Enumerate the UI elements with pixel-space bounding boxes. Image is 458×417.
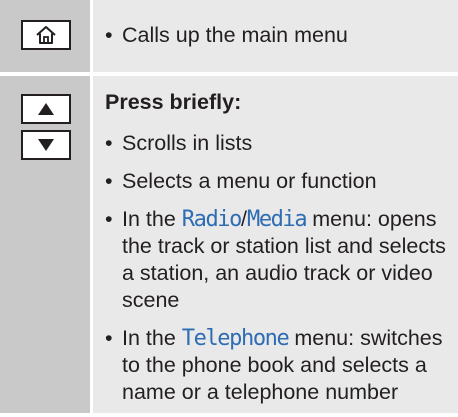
table-row-home: • Calls up the main menu (0, 0, 458, 72)
list-item: • In the Telephone menu: switches to the … (105, 326, 443, 404)
arrows-description: Press briefly: • Scrolls in lists • Select… (105, 89, 448, 417)
home-description: • Calls up the main menu (105, 22, 448, 60)
arrow-down-icon (38, 139, 54, 151)
press-briefly-heading: Press briefly: (105, 90, 242, 114)
telephone-menu-term: Telephone (181, 326, 290, 351)
list-item: • Selects a menu or function (105, 169, 377, 193)
home-key[interactable] (21, 20, 71, 50)
list-item: • In the Radio/Media menu: opens the trac… (105, 207, 446, 312)
radio-menu-term: Radio (181, 207, 243, 232)
up-key[interactable] (21, 94, 71, 124)
list-item: • Calls up the main menu (105, 23, 348, 47)
key-column (0, 0, 90, 72)
list-item: • Scrolls in lists (105, 131, 253, 155)
function-list: • Scrolls in lists • Selects a menu or fun… (105, 130, 448, 406)
table-row-arrows: Press briefly: • Scrolls in lists • Select… (0, 76, 458, 413)
arrow-up-icon (38, 103, 54, 115)
key-column (0, 76, 90, 413)
function-table: • Calls up the main menu Press briefly: •… (0, 0, 458, 413)
media-menu-term: Media (246, 207, 308, 232)
down-key[interactable] (21, 130, 71, 160)
home-icon (36, 26, 56, 44)
